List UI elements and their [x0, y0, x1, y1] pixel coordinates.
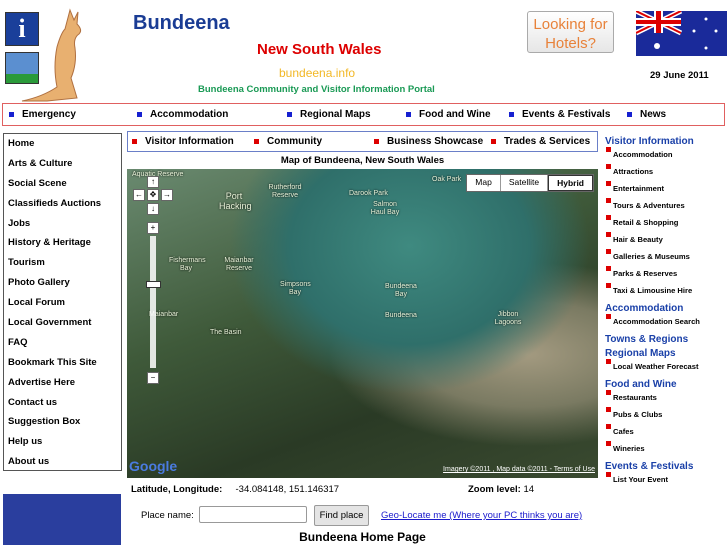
zoom-slider-handle[interactable]	[146, 281, 161, 288]
left-nav-item[interactable]: Bookmark This Site	[4, 353, 121, 373]
subnav-community[interactable]: Community	[254, 136, 374, 147]
subnav-visitor-info[interactable]: Visitor Information	[132, 136, 254, 147]
left-nav-item[interactable]: Tourism	[4, 253, 121, 273]
place-name-input[interactable]	[199, 506, 307, 523]
home-page-heading: Bundeena Home Page	[299, 530, 426, 544]
right-nav-item[interactable]: Hair & Beauty	[605, 232, 727, 244]
right-nav: Visitor Information Accommodation Attracti…	[605, 134, 727, 492]
right-nav-item[interactable]: Parks & Reserves	[605, 266, 727, 278]
map[interactable]: Aquatic Reserve Port Hacking Rutherford …	[127, 169, 598, 478]
nav-accommodation[interactable]: Accommodation	[137, 109, 287, 120]
left-nav-item[interactable]: History & Heritage	[4, 233, 121, 253]
advert-banner[interactable]	[3, 494, 121, 545]
left-nav-item[interactable]: Classifieds Auctions	[4, 194, 121, 214]
right-nav-item[interactable]: Entertainment	[605, 181, 727, 193]
left-nav-item[interactable]: Arts & Culture	[4, 154, 121, 174]
right-nav-item[interactable]: Taxi & Limousine Hire	[605, 283, 727, 295]
google-logo: Google	[129, 458, 178, 474]
left-nav-item[interactable]: Social Scene	[4, 174, 121, 194]
map-type-hybrid[interactable]: Hybrid	[548, 175, 593, 191]
nav-events[interactable]: Events & Festivals	[509, 109, 627, 120]
map-label: Maianbar Reserve	[224, 257, 254, 272]
lat-lng-readout: Latitude, Longitude: -34.084148, 151.146…	[131, 484, 340, 495]
domain-text: bundeena.info	[279, 66, 356, 80]
right-nav-item[interactable]: Galleries & Museums	[605, 249, 727, 261]
pan-center-icon[interactable]: ✥	[147, 189, 159, 201]
map-label: Bundeena	[385, 312, 417, 319]
right-nav-heading[interactable]: Regional Maps	[605, 348, 727, 359]
subnav-business[interactable]: Business Showcase	[374, 136, 491, 147]
sub-nav: Visitor Information Community Business S…	[127, 131, 598, 152]
map-label: Fishermans Bay	[169, 257, 206, 272]
map-type-map[interactable]: Map	[467, 175, 501, 191]
zoom-in-icon[interactable]: +	[147, 222, 159, 234]
pan-right-icon[interactable]: →	[161, 189, 173, 201]
left-nav-item[interactable]: About us	[4, 452, 121, 472]
nav-news[interactable]: News	[627, 109, 666, 120]
left-nav-item[interactable]: Local Forum	[4, 293, 121, 313]
map-label: Darook Park	[349, 190, 388, 197]
map-type-satellite[interactable]: Satellite	[501, 175, 549, 191]
map-label: Jibbon Lagoons	[494, 311, 522, 326]
right-nav-item[interactable]: Tours & Adventures	[605, 198, 727, 210]
state-heading: New South Wales	[257, 41, 382, 58]
right-nav-item[interactable]: Restaurants	[605, 390, 727, 402]
right-nav-heading[interactable]: Accommodation	[605, 303, 727, 314]
kangaroo-logo	[21, 8, 82, 102]
left-nav-item[interactable]: Local Government	[4, 313, 121, 333]
right-nav-item[interactable]: List Your Event	[605, 472, 727, 484]
left-nav-item[interactable]: Jobs	[4, 214, 121, 234]
right-nav-item[interactable]: Accommodation	[605, 147, 727, 159]
zoom-slider[interactable]	[150, 236, 156, 368]
pan-left-icon[interactable]: ←	[133, 189, 145, 201]
map-label: Simpsons Bay	[280, 281, 311, 296]
map-label: Port Hacking	[219, 191, 252, 211]
australian-flag-icon	[636, 11, 727, 56]
left-nav-item[interactable]: Photo Gallery	[4, 273, 121, 293]
left-nav-item[interactable]: Home	[4, 134, 121, 154]
pan-down-icon[interactable]: ↓	[147, 203, 159, 215]
nav-regional-maps[interactable]: Regional Maps	[287, 109, 406, 120]
map-attribution[interactable]: Imagery ©2011 , Map data ©2011 - Terms o…	[443, 466, 595, 473]
right-nav-item[interactable]: Cafes	[605, 424, 727, 436]
geo-locate-link[interactable]: Geo-Locate me (Where your PC thinks you …	[381, 510, 582, 521]
find-place-button[interactable]: Find place	[314, 505, 369, 526]
top-nav: Emergency Accommodation Regional Maps Fo…	[2, 103, 725, 126]
subnav-trades[interactable]: Trades & Services	[491, 136, 590, 147]
left-nav-item[interactable]: Advertise Here	[4, 373, 121, 393]
date: 29 June 2011	[650, 70, 709, 81]
map-type-control: Map Satellite Hybrid	[466, 174, 594, 192]
map-label: Bundeena Bay	[385, 283, 417, 298]
tagline: Bundeena Community and Visitor Informati…	[198, 84, 435, 95]
right-nav-heading[interactable]: Food and Wine	[605, 379, 727, 390]
right-nav-item[interactable]: Retail & Shopping	[605, 215, 727, 227]
map-label: Rutherford Reserve	[268, 184, 302, 199]
hotels-button[interactable]: Looking for Hotels?	[527, 11, 614, 53]
nav-emergency[interactable]: Emergency	[9, 109, 137, 120]
nav-food-wine[interactable]: Food and Wine	[406, 109, 509, 120]
right-nav-heading[interactable]: Events & Festivals	[605, 461, 727, 472]
right-nav-heading[interactable]: Visitor Information	[605, 136, 727, 147]
zoom-level-readout: Zoom level: 14	[468, 484, 535, 495]
map-label: The Basin	[210, 329, 242, 336]
pan-up-icon[interactable]: ↑	[147, 176, 159, 188]
right-nav-heading[interactable]: Towns & Regions	[605, 334, 727, 345]
place-name-label: Place name:	[141, 510, 194, 521]
left-nav-item[interactable]: Contact us	[4, 393, 121, 413]
site-title: Bundeena	[133, 12, 230, 34]
zoom-out-icon[interactable]: −	[147, 372, 159, 384]
map-label: Oak Park	[432, 176, 462, 183]
right-nav-item[interactable]: Wineries	[605, 441, 727, 453]
right-nav-item[interactable]: Attractions	[605, 164, 727, 176]
right-nav-item[interactable]: Local Weather Forecast	[605, 359, 727, 371]
map-title: Map of Bundeena, New South Wales	[280, 155, 445, 166]
left-nav-item[interactable]: Help us	[4, 432, 121, 452]
left-nav: Home Arts & Culture Social Scene Classif…	[3, 133, 122, 471]
left-nav-item[interactable]: FAQ	[4, 333, 121, 353]
left-nav-item[interactable]: Suggestion Box	[4, 412, 121, 432]
right-nav-item[interactable]: Pubs & Clubs	[605, 407, 727, 419]
right-nav-item[interactable]: Accommodation Search	[605, 314, 727, 326]
map-label: Salmon Haul Bay	[370, 201, 400, 216]
